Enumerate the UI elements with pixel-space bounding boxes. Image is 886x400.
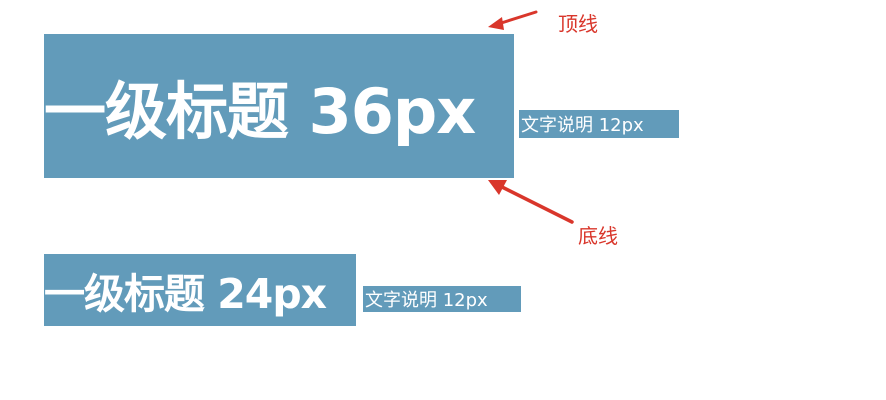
top-line-arrow-icon bbox=[488, 10, 538, 30]
bottom-line-arrow-icon bbox=[488, 180, 574, 224]
caption-12px-text-2: 文字说明 12px bbox=[365, 290, 488, 311]
caption-12px-sample-1: 文字说明 12px bbox=[519, 110, 679, 138]
caption-12px-text-1: 文字说明 12px bbox=[521, 115, 644, 136]
heading-36px-sample: 一级标题 36px bbox=[44, 34, 514, 178]
heading-24px-text: 一级标题 24px bbox=[44, 270, 327, 318]
heading-36px-text: 一级标题 36px bbox=[44, 75, 476, 148]
caption-12px-sample-2: 文字说明 12px bbox=[363, 286, 521, 312]
bottom-line-label: 底线 bbox=[578, 224, 618, 248]
heading-24px-sample: 一级标题 24px bbox=[44, 254, 356, 326]
top-line-label: 顶线 bbox=[558, 12, 598, 36]
